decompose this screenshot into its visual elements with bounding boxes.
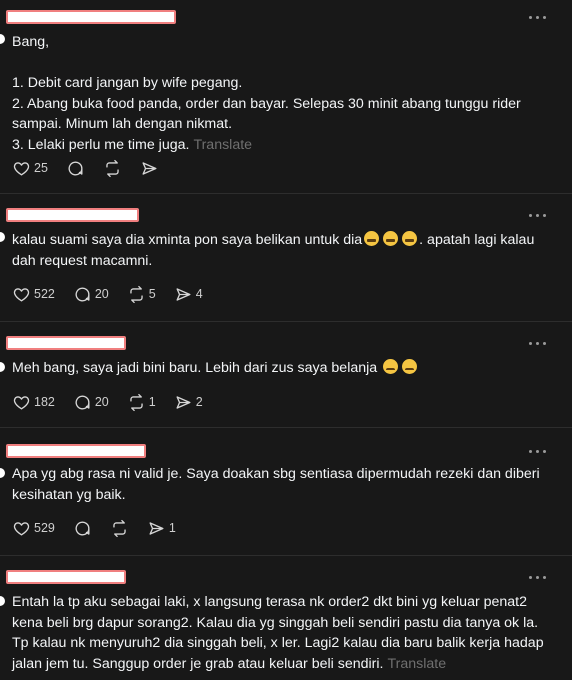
post-body: Entah la tp aku sebagai laki, x langsung… <box>12 594 544 672</box>
post-body: Meh bang, saya jadi bini baru. Lebih dar… <box>12 360 378 376</box>
post-text: Meh bang, saya jadi bini baru. Lebih dar… <box>12 358 558 379</box>
post-actions: 25 <box>12 158 177 178</box>
share-button[interactable]: 4 <box>174 285 203 304</box>
avatar[interactable] <box>0 34 5 44</box>
thread-post: kalau suami saya dia xminta pon saya bel… <box>0 194 572 322</box>
heart-icon <box>13 395 30 410</box>
comment-icon <box>68 161 83 175</box>
grin-icon <box>383 231 399 246</box>
repost-icon <box>130 285 143 303</box>
reply-button[interactable]: 20 <box>73 285 109 304</box>
heart-icon <box>13 521 30 536</box>
repost-button[interactable]: 5 <box>127 285 156 304</box>
translate-link[interactable]: Translate <box>193 137 252 153</box>
like-button[interactable]: 522 <box>12 285 55 304</box>
redacted-username <box>6 444 146 458</box>
thread-post: Apa yg abg rasa ni valid je. Saya doakan… <box>0 428 572 556</box>
post-text: Apa yg abg rasa ni valid je. Saya doakan… <box>12 464 558 505</box>
share-button[interactable]: 2 <box>174 393 203 412</box>
comment-icon <box>75 395 90 409</box>
reply-button[interactable] <box>73 519 92 538</box>
grin-icon <box>402 231 418 246</box>
more-options-button[interactable] <box>528 446 548 458</box>
post-body: Bang, 1. Debit card jangan by wife pegan… <box>12 34 521 153</box>
share-count: 1 <box>168 521 176 535</box>
reply-count: 20 <box>94 287 109 301</box>
send-icon <box>176 395 191 409</box>
comment-icon <box>75 287 90 301</box>
thread-post: Bang, 1. Debit card jangan by wife pegan… <box>0 0 572 194</box>
send-icon <box>176 287 191 301</box>
share-count: 2 <box>195 395 203 409</box>
avatar[interactable] <box>0 596 5 606</box>
avatar[interactable] <box>0 232 5 242</box>
post-actions: 529 1 <box>12 518 194 538</box>
post-body: kalau suami saya dia xminta pon saya bel… <box>12 232 363 248</box>
repost-button[interactable] <box>103 159 122 178</box>
repost-button[interactable] <box>110 519 129 538</box>
like-button[interactable]: 182 <box>12 393 55 412</box>
post-body: Apa yg abg rasa ni valid je. Saya doakan… <box>12 466 540 503</box>
sad-face-icon <box>402 359 418 374</box>
share-count: 4 <box>195 287 203 301</box>
like-count: 25 <box>34 161 48 175</box>
translate-link[interactable]: Translate <box>387 656 446 672</box>
heart-icon <box>13 287 30 302</box>
redacted-username <box>6 208 139 222</box>
repost-icon <box>113 519 126 537</box>
more-options-button[interactable] <box>528 12 548 24</box>
repost-count: 5 <box>148 287 156 301</box>
reply-count: 20 <box>94 395 109 409</box>
avatar[interactable] <box>0 468 5 478</box>
redacted-username <box>6 570 126 584</box>
thread-post: Meh bang, saya jadi bini baru. Lebih dar… <box>0 322 572 428</box>
reply-button[interactable]: 20 <box>73 393 109 412</box>
sad-face-icon <box>383 359 399 374</box>
redacted-username <box>6 10 176 24</box>
post-text: Entah la tp aku sebagai laki, x langsung… <box>12 592 558 674</box>
share-button[interactable]: 1 <box>147 519 176 538</box>
like-count: 182 <box>34 395 55 409</box>
post-actions: 522 20 5 4 <box>12 284 221 304</box>
repost-icon <box>130 393 143 411</box>
reply-button[interactable] <box>66 159 85 178</box>
more-options-button[interactable] <box>528 572 548 584</box>
send-icon <box>149 521 164 535</box>
more-options-button[interactable] <box>528 338 548 350</box>
grin-icon <box>364 231 380 246</box>
avatar[interactable] <box>0 362 5 372</box>
post-text: kalau suami saya dia xminta pon saya bel… <box>12 230 558 271</box>
repost-button[interactable]: 1 <box>127 393 156 412</box>
more-options-button[interactable] <box>528 210 548 222</box>
like-count: 529 <box>34 521 55 535</box>
thread-post: Entah la tp aku sebagai laki, x langsung… <box>0 556 572 680</box>
share-button[interactable] <box>140 159 159 178</box>
repost-icon <box>106 159 119 177</box>
like-button[interactable]: 529 <box>12 519 55 538</box>
send-icon <box>142 161 157 175</box>
heart-icon <box>13 161 30 176</box>
repost-count: 1 <box>148 395 156 409</box>
redacted-username <box>6 336 126 350</box>
post-text: Bang, 1. Debit card jangan by wife pegan… <box>12 32 558 155</box>
post-actions: 182 20 1 2 <box>12 392 221 412</box>
like-button[interactable]: 25 <box>12 159 48 178</box>
comment-icon <box>75 521 90 535</box>
like-count: 522 <box>34 287 55 301</box>
